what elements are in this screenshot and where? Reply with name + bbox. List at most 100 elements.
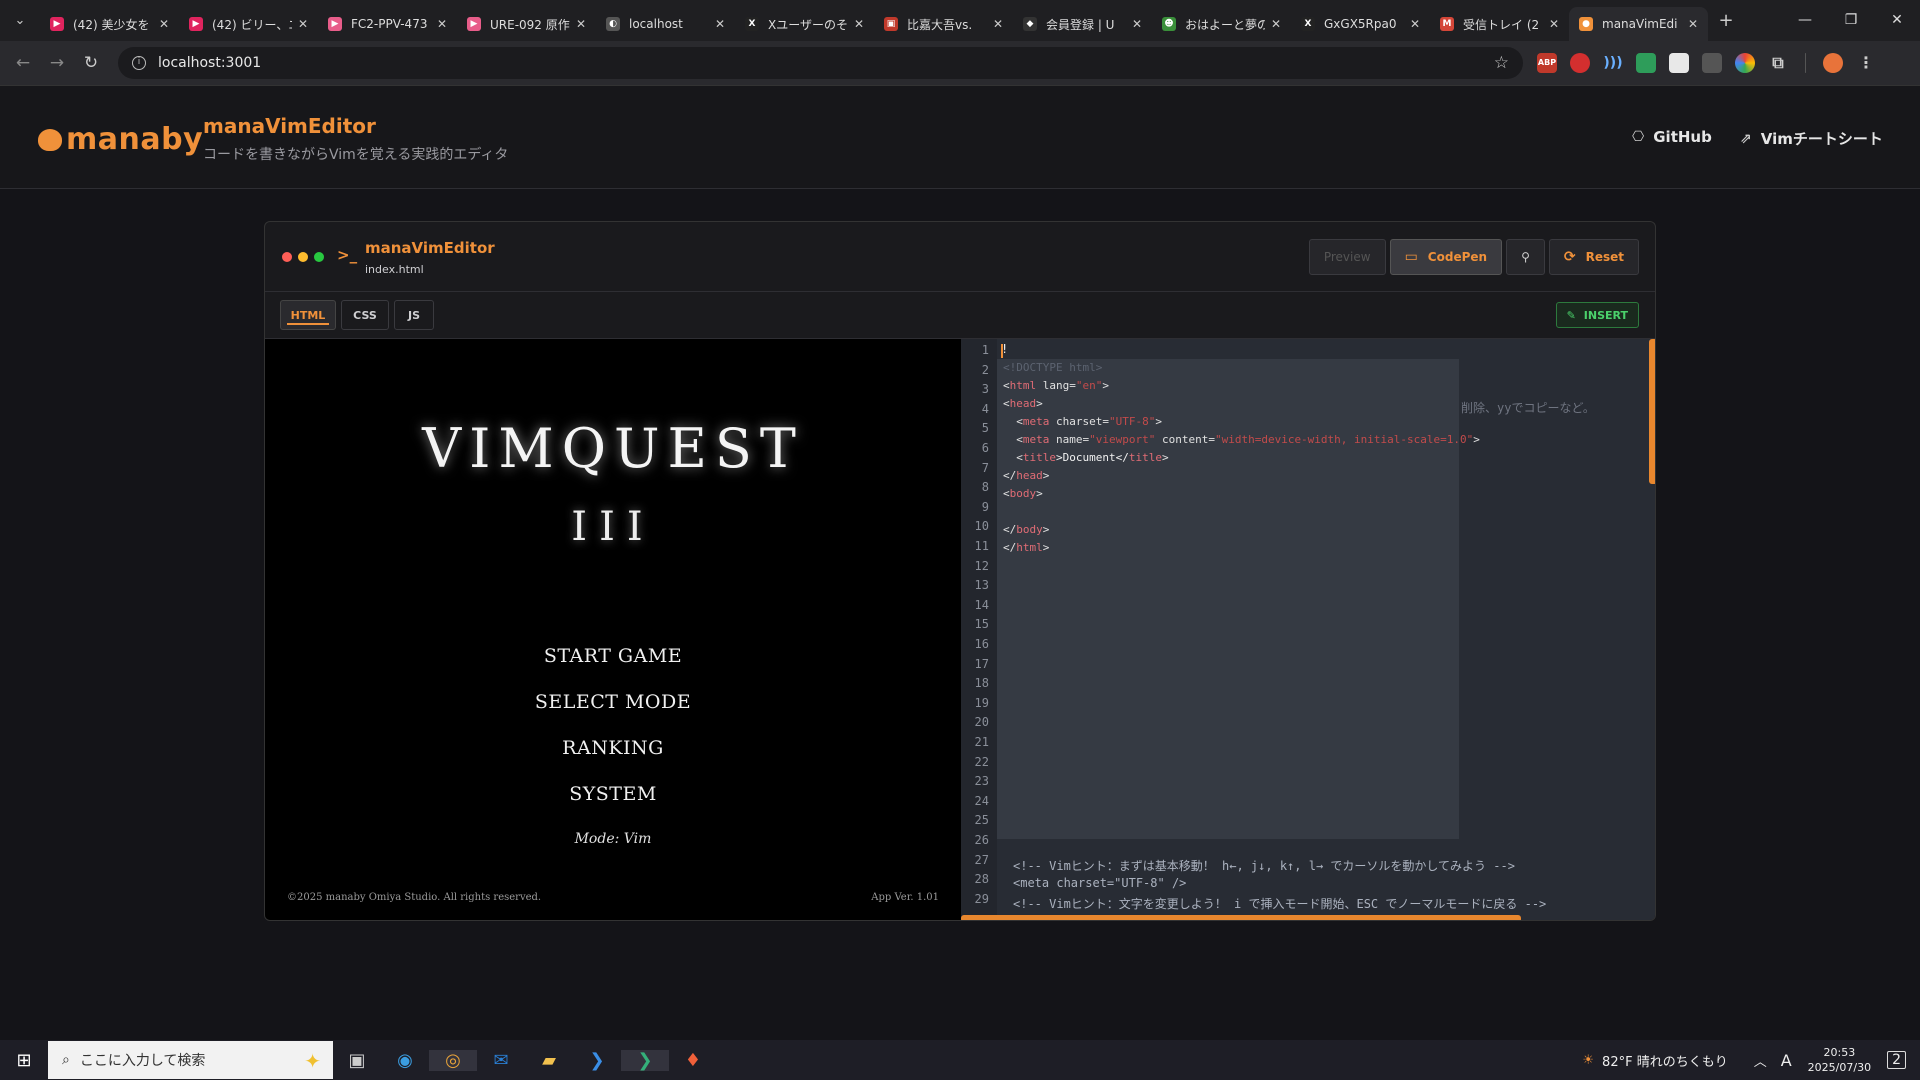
line-number: 10 <box>974 519 989 534</box>
notification-badge[interactable]: 2 <box>1887 1051 1906 1069</box>
brave-icon[interactable]: ♦ <box>669 1050 717 1071</box>
tab-close-icon[interactable]: ✕ <box>993 17 1003 31</box>
preview-pane: VIMQUEST III START GAME SELECT MODE RANK… <box>265 339 961 920</box>
browser-menu-icon[interactable]: ⋮ <box>1856 53 1876 73</box>
outlook-icon[interactable]: ✉ <box>477 1050 525 1071</box>
ime-indicator[interactable]: A <box>1781 1051 1792 1070</box>
vscode-insiders-icon[interactable]: ❯ <box>621 1049 669 1071</box>
vscode-icon[interactable]: ❯ <box>573 1050 621 1071</box>
extension-gray-icon[interactable] <box>1702 53 1722 73</box>
tab-close-icon[interactable]: ✕ <box>1132 17 1142 31</box>
reset-button[interactable]: ⟳ Reset <box>1548 239 1639 275</box>
pencil-icon: ✎ <box>1566 308 1576 322</box>
back-icon[interactable]: ← <box>6 53 40 73</box>
forward-icon[interactable]: → <box>40 53 74 73</box>
windows-start-icon[interactable]: ⊞ <box>0 1050 48 1071</box>
browser-tab[interactable]: ▶ URE-092 原作 ✕ <box>457 7 596 41</box>
manaby-logo[interactable]: manaby <box>38 122 203 157</box>
task-view-icon[interactable]: ▣ <box>333 1050 381 1071</box>
taskbar-search-input[interactable]: ⌕ ここに入力して検索 ✦ <box>48 1041 333 1079</box>
extension-red-icon[interactable] <box>1570 53 1590 73</box>
tab-close-icon[interactable]: ✕ <box>437 17 447 31</box>
line-number: 20 <box>974 715 989 730</box>
browser-tab[interactable]: M 受信トレイ (2 ✕ <box>1430 7 1569 41</box>
book-icon: ▭ <box>1404 249 1418 265</box>
chrome-icon[interactable]: ◎ <box>429 1049 477 1071</box>
popup-line: </head> <box>1003 469 1050 482</box>
pin-button[interactable]: ⚲ <box>1506 239 1545 275</box>
close-window-icon[interactable]: ✕ <box>1874 0 1920 41</box>
line-number: 12 <box>974 558 989 573</box>
tab-favicon-icon: X <box>745 17 759 31</box>
browser-tab[interactable]: ◐ localhost ✕ <box>596 7 735 41</box>
horizontal-scrollbar[interactable] <box>961 915 1521 920</box>
browser-tab[interactable]: ▶ (42) ビリー、エ ✕ <box>179 7 318 41</box>
edge-icon[interactable]: ◉ <box>381 1050 429 1071</box>
restore-icon[interactable]: ❐ <box>1828 0 1874 41</box>
menu-system[interactable]: SYSTEM <box>265 783 961 805</box>
extensions-puzzle-icon[interactable]: ⧉ <box>1768 53 1788 73</box>
browser-tab[interactable]: ◆ 会員登録 | U ✕ <box>1013 7 1152 41</box>
preview-button[interactable]: Preview <box>1308 239 1386 275</box>
tab-close-icon[interactable]: ✕ <box>1410 17 1420 31</box>
extension-green-icon[interactable] <box>1636 53 1656 73</box>
vertical-scrollbar[interactable] <box>1649 339 1655 484</box>
tab-title: FC2-PPV-473 <box>351 17 428 31</box>
file-explorer-icon[interactable]: ▰ <box>525 1050 573 1071</box>
chrome-extension-icon[interactable] <box>1735 53 1755 73</box>
menu-start-game[interactable]: START GAME <box>265 645 961 667</box>
clock[interactable]: 20:53 2025/07/30 <box>1808 1045 1871 1075</box>
browser-tab[interactable]: ▶ FC2-PPV-473 ✕ <box>318 7 457 41</box>
reload-icon[interactable]: ↻ <box>74 53 108 73</box>
cheatsheet-link[interactable]: ⇗ Vimチートシート <box>1740 128 1883 149</box>
line-number: 21 <box>974 735 989 749</box>
extension-wave-icon[interactable]: ))) <box>1603 53 1623 73</box>
line-number: 17 <box>974 656 989 671</box>
profile-avatar[interactable] <box>1823 53 1843 73</box>
tab-close-icon[interactable]: ✕ <box>159 17 169 31</box>
red-dot-icon <box>282 252 292 262</box>
code-editor[interactable]: 1 2 3 4 5 6 7 8 9 10 11 12 13 14 15 16 17 18 19 20 21 22 23 24 2… <box>961 339 1655 920</box>
tab-favicon-icon: X <box>1301 17 1315 31</box>
editor-actions: Preview ▭ CodePen ⚲ ⟳ Reset <box>1308 239 1639 275</box>
bookmark-star-icon[interactable]: ☆ <box>1494 53 1509 73</box>
tab-favicon-icon: ● <box>1579 17 1593 31</box>
url-text: localhost:3001 <box>158 55 262 71</box>
browser-tab[interactable]: ▣ 比嘉大吾vs. ✕ <box>874 7 1013 41</box>
minimize-icon[interactable]: — <box>1782 0 1828 41</box>
browser-tab[interactable]: X Xユーザーのそ ✕ <box>735 7 874 41</box>
menu-select-mode[interactable]: SELECT MODE <box>265 691 961 713</box>
tab-search-icon[interactable]: ⌄ <box>0 0 40 41</box>
codepen-button[interactable]: ▭ CodePen <box>1389 239 1503 275</box>
browser-tab[interactable]: X GxGX5Rpa0 ✕ <box>1291 7 1430 41</box>
tray-chevron-icon[interactable]: ︿ <box>1754 1051 1767 1070</box>
line-number: 19 <box>974 695 989 710</box>
code-line-28: <meta charset="UTF-8" /> <box>1013 876 1187 890</box>
url-input[interactable]: i localhost:3001 ☆ <box>118 47 1523 79</box>
tab-close-icon[interactable]: ✕ <box>1271 17 1281 31</box>
browser-tab[interactable]: ▶ (42) 美少女を ✕ <box>40 7 179 41</box>
tab-close-icon[interactable]: ✕ <box>1549 17 1559 31</box>
site-info-icon[interactable]: i <box>132 56 146 70</box>
line-number: 11 <box>974 539 989 553</box>
system-tray: ☀ 82°F 晴れのちくもり ︿ A 20:53 2025/07/30 2 <box>1582 1040 1920 1080</box>
extensions-area: ABP ))) ⧉ ⋮ <box>1537 53 1876 73</box>
browser-tab[interactable]: ☻ おはよーと夢の ✕ <box>1152 7 1291 41</box>
tab-html[interactable]: HTML <box>280 300 336 330</box>
tab-close-icon[interactable]: ✕ <box>715 17 725 31</box>
github-link[interactable]: ⎔ GitHub <box>1632 128 1712 146</box>
tab-close-icon[interactable]: ✕ <box>854 17 864 31</box>
app-version: App Ver. 1.01 <box>871 892 939 903</box>
tab-close-icon[interactable]: ✕ <box>576 17 586 31</box>
browser-tab[interactable]: ● manaVimEdi ✕ <box>1569 7 1708 41</box>
emmet-completion-popup[interactable]: <!DOCTYPE html> <html lang="en"> <head> … <box>997 359 1480 839</box>
new-tab-button[interactable]: + <box>1708 10 1744 31</box>
menu-ranking[interactable]: RANKING <box>265 737 961 759</box>
tab-js[interactable]: JS <box>394 300 434 330</box>
adblock-icon[interactable]: ABP <box>1537 53 1557 73</box>
tab-close-icon[interactable]: ✕ <box>1688 17 1698 31</box>
tab-css[interactable]: CSS <box>341 300 389 330</box>
extension-white-icon[interactable] <box>1669 53 1689 73</box>
tab-close-icon[interactable]: ✕ <box>298 17 308 31</box>
line-number: 7 <box>981 460 989 475</box>
